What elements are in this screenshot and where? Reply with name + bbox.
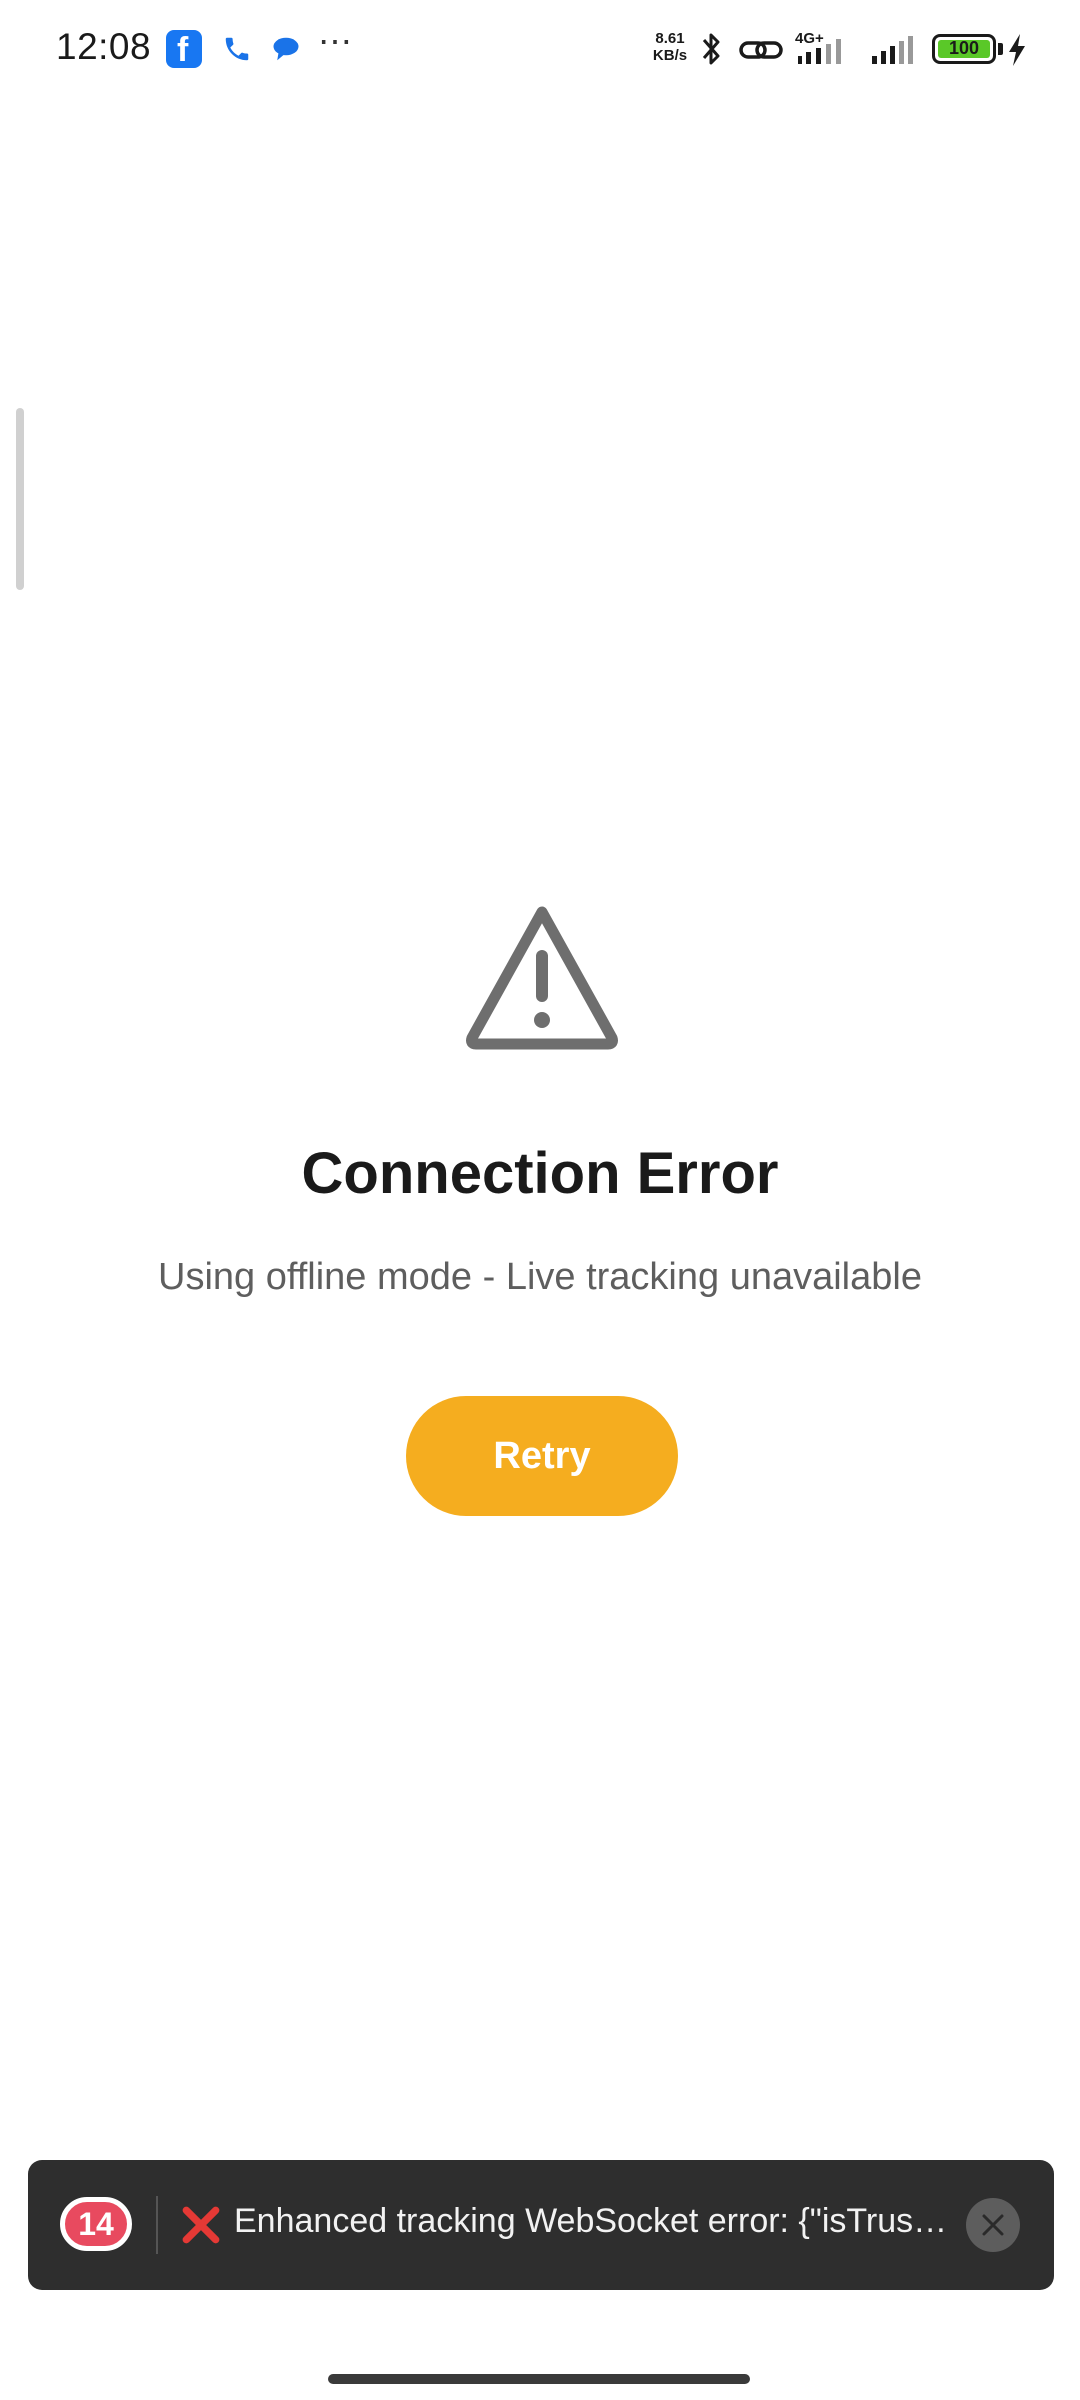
link-icon <box>739 41 783 59</box>
charging-icon <box>1009 34 1025 66</box>
toast-divider <box>156 2196 158 2254</box>
more-dots-icon: ⋯ <box>318 23 354 61</box>
battery-level: 100 <box>948 38 980 58</box>
error-title: Connection Error <box>301 1141 779 1206</box>
error-message: Using offline mode - Live tracking unava… <box>158 1256 922 1298</box>
net-speed-value: 8.61 <box>655 30 685 47</box>
status-bar: 12:08 ⋯ 8.61 KB/s 4G+ 100 <box>0 0 1080 100</box>
error-toast[interactable]: 14 Enhanced tracking WebSocket error: {"… <box>28 2160 1054 2290</box>
bluetooth-icon <box>702 33 720 65</box>
scroll-indicator <box>16 408 24 590</box>
signal-icon <box>798 39 841 64</box>
chat-icon <box>273 37 299 61</box>
net-speed: 8.61 KB/s <box>648 30 692 64</box>
battery-icon: 100 <box>932 34 996 64</box>
phone-icon <box>225 37 249 61</box>
home-indicator[interactable] <box>328 2374 750 2384</box>
signal-icon <box>872 36 913 64</box>
net-speed-unit: KB/s <box>652 47 688 64</box>
status-time: 12:08 <box>56 26 152 67</box>
x-icon <box>182 2206 220 2244</box>
error-count-badge[interactable]: 14 <box>60 2197 132 2251</box>
warning-icon <box>466 906 618 1050</box>
facebook-icon <box>166 30 202 70</box>
toast-message: Enhanced tracking WebSocket error: {"isT… <box>234 2202 948 2240</box>
retry-button[interactable]: Retry <box>406 1396 678 1516</box>
close-icon[interactable] <box>966 2198 1020 2252</box>
